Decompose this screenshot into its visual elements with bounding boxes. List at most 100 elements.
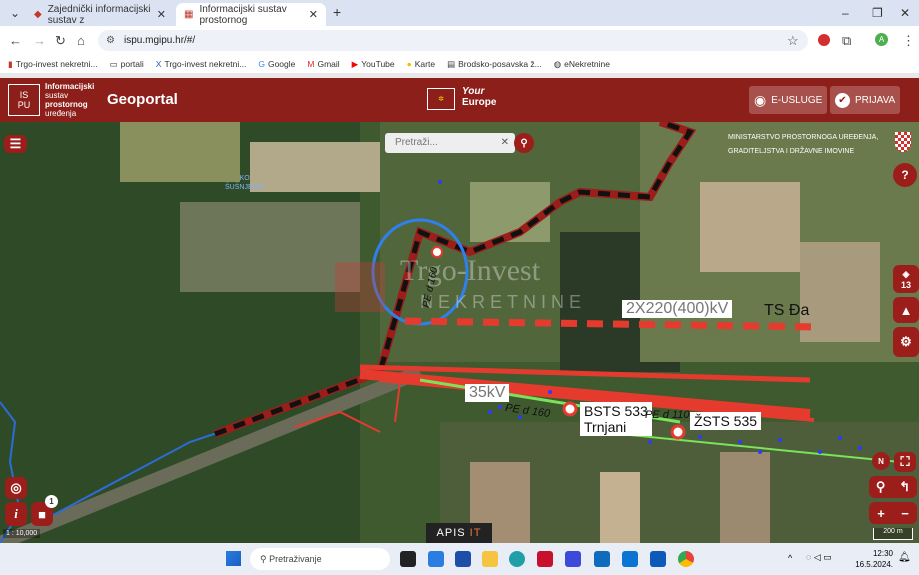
bookmark[interactable]: ▭ portali [110, 59, 144, 70]
shapes-icon: ▲ [899, 302, 913, 318]
help-button[interactable]: ? [893, 163, 917, 187]
taskbar-search[interactable]: ⚲ Pretraživanje [250, 548, 390, 570]
clear-search-icon[interactable]: ✕ [501, 133, 509, 153]
site-info-icon[interactable]: ⚙ [106, 30, 115, 51]
url-text: ispu.mgipu.hr/#/ [124, 35, 196, 46]
bookmarks-bar: ▮ Trgo-invest nekretni... ▭ portali X Trgo-… [0, 55, 919, 73]
e-usluge-button[interactable]: ◉ E-USLUGE [749, 86, 827, 114]
tray-chevron-icon[interactable]: ^ [788, 553, 792, 563]
search-button[interactable]: ⚲ [514, 133, 534, 153]
shapes-button[interactable]: ▲ [893, 297, 919, 323]
search-icon: ⚲ [520, 137, 528, 149]
file-explorer-icon[interactable] [482, 551, 498, 567]
fullscreen-icon: ⛶ [900, 454, 910, 469]
tab-list-chevron-icon[interactable]: ⌄ [10, 6, 20, 20]
zoom-out-button[interactable]: − [901, 506, 909, 521]
reload-button[interactable]: ↻ [55, 33, 66, 49]
label-pipe-110: PE d 110 [645, 409, 690, 421]
north-arrow-button[interactable]: N [872, 452, 890, 470]
home-button[interactable]: ⌂ [77, 33, 85, 48]
watermark-text: Trgo-Invest [400, 254, 541, 287]
mail-icon[interactable] [622, 551, 638, 567]
zoom-controls: + − [869, 502, 917, 524]
check-icon: ✔ [835, 92, 850, 108]
apis-it-logo: APIS IT [426, 523, 492, 543]
watermark-logo-icon [335, 262, 385, 312]
widgets-icon[interactable] [428, 551, 444, 567]
settings-globe-button[interactable]: ⚙ [893, 327, 919, 357]
close-tab-icon[interactable]: ✕ [309, 8, 318, 21]
layers-icon: ◈ [902, 268, 910, 279]
map-imagery [0, 122, 919, 543]
bookmark[interactable]: ▶ YouTube [352, 59, 395, 70]
extensions-icon[interactable]: ⧉ [842, 33, 851, 49]
url-bar[interactable]: ⚙ ispu.mgipu.hr/#/ [98, 30, 808, 51]
parcel-icon: ■ [38, 506, 46, 522]
bookmark[interactable]: ▤ Brodsko-posavska ž... [447, 59, 542, 70]
restore-button[interactable]: ❐ [872, 6, 883, 20]
bookmark[interactable]: M Gmail [307, 59, 339, 69]
edge-icon[interactable] [509, 551, 525, 567]
eu-flag-icon: ✲ [427, 88, 455, 110]
clock[interactable]: 12:30 16.5.2024. [855, 548, 893, 570]
new-tab-button[interactable]: + [333, 4, 341, 20]
identify-icon: ◎ [10, 480, 22, 495]
bookmark[interactable]: ◍ eNekretnine [554, 59, 610, 70]
zoom-in-button[interactable]: + [877, 506, 885, 521]
outlook-new-icon[interactable] [650, 551, 666, 567]
map-search-input[interactable]: Pretraži... ✕ [385, 133, 515, 153]
scale-bar: 200 m [873, 528, 913, 540]
label-bsts-533: BSTS 533 Trnjani [580, 402, 652, 436]
bookmark[interactable]: X Trgo-invest nekretni... [156, 59, 247, 69]
mcafee-icon[interactable] [537, 551, 553, 567]
back-button[interactable]: ← [9, 33, 22, 48]
tab-informacijski[interactable]: ▦ Informacijski sustav prostornog ✕ [176, 3, 326, 26]
outlook-icon[interactable] [594, 551, 610, 567]
identify-button[interactable]: ◎ [5, 477, 27, 499]
app-icon[interactable] [565, 551, 581, 567]
compass-icon: N [878, 456, 884, 466]
bookmark-star-icon[interactable]: ☆ [787, 33, 799, 49]
ispu-logo-icon: IS PU [8, 84, 40, 116]
notification-bell-icon[interactable]: 🔔︎ [898, 552, 911, 563]
chrome-icon[interactable] [678, 551, 694, 567]
tab-bar: ⌄ ◆ Zajednički informacijski sustav z ✕ … [0, 0, 919, 26]
info-button[interactable]: i [5, 502, 27, 526]
wifi-volume-battery-icons[interactable]: ◌ ◁ ▭ [806, 552, 832, 563]
fullscreen-button[interactable]: ⛶ [894, 452, 916, 472]
store-icon[interactable] [455, 551, 471, 567]
layers-button[interactable]: ◈ 13 [893, 265, 919, 293]
layers-count: 13 [900, 279, 911, 290]
forward-button[interactable]: → [33, 33, 46, 48]
tab-zajednicki[interactable]: ◆ Zajednički informacijski sustav z ✕ [26, 3, 174, 26]
site-header: IS PU Informacijski sustav prostornog uređen… [0, 78, 919, 122]
search-label: Pretraživanje [269, 554, 322, 564]
scale-ratio: 1 : 10,000 [3, 529, 41, 538]
bookmark[interactable]: ▮ Trgo-invest nekretni... [8, 59, 98, 70]
adblock-icon[interactable] [818, 34, 830, 46]
close-tab-icon[interactable]: ✕ [157, 8, 166, 21]
bookmark[interactable]: ● Karte [407, 59, 435, 69]
measure-icon[interactable]: ↰ [899, 479, 910, 495]
task-view-icon[interactable] [400, 551, 416, 567]
label-zsts-535: ŽSTS 535 [690, 412, 762, 430]
croatia-favicon-icon: ▦ [184, 9, 194, 20]
location-tools: ⚲ ↰ [869, 476, 917, 498]
profile-avatar[interactable]: A [875, 33, 888, 46]
watermark-subtext: NEKRETNINE [420, 292, 587, 312]
windows-start-icon[interactable] [226, 551, 241, 566]
menu-button[interactable]: ☰ [4, 135, 27, 153]
question-icon: ? [901, 168, 909, 182]
croatian-coat-of-arms-icon [895, 132, 911, 152]
bookmark[interactable]: G Google [258, 59, 295, 69]
minimize-button[interactable]: – [842, 6, 849, 20]
close-window-button[interactable]: ✕ [900, 6, 910, 20]
gear-globe-icon: ⚙ [900, 334, 912, 349]
map-canvas[interactable]: Trgo-Invest NEKRETNINE KO ŠUŠNJEVCI 2X220… [0, 122, 919, 543]
soccer-ball-icon: ◉ [754, 91, 767, 108]
location-pin-icon[interactable]: ⚲ [876, 479, 886, 495]
prijava-button[interactable]: ✔ PRIJAVA [830, 86, 900, 114]
logo-text: Informacijski sustav prostornog uređenja [45, 82, 95, 118]
menu-icon[interactable]: ⋮ [902, 33, 915, 49]
your-europe-logo[interactable]: Your Europe [462, 86, 496, 108]
